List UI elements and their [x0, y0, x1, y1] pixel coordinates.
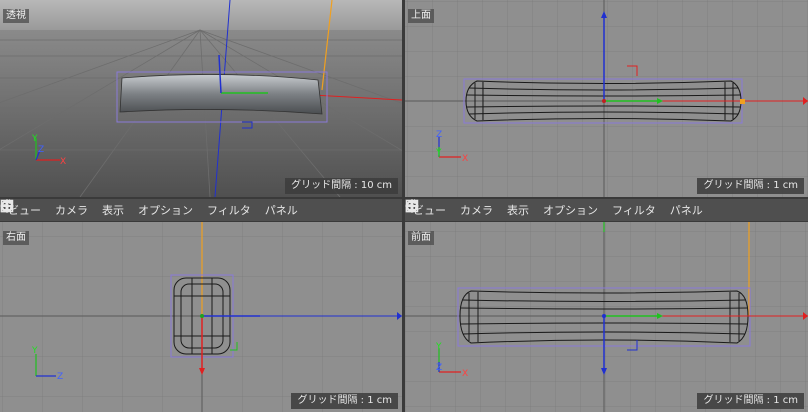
rotate-view-icon[interactable] — [406, 199, 786, 218]
svg-text:X: X — [60, 157, 66, 167]
viewport-label: 透視 — [3, 9, 29, 23]
rotate-view-icon[interactable] — [1, 199, 380, 218]
front-scene: Y Z X — [405, 222, 808, 412]
view-nav-icons — [405, 199, 808, 218]
menu-filter[interactable]: フィルタ — [200, 202, 258, 218]
grid-spacing-label: グリッド間隔 : 1 cm — [697, 178, 804, 194]
menu-panel[interactable]: パネル — [663, 202, 710, 218]
viewport-menubar-left: ビュー カメラ 表示 オプション フィルタ パネル — [0, 199, 402, 221]
svg-text:Y: Y — [435, 148, 442, 158]
viewport-label: 前面 — [408, 231, 434, 245]
viewport-top[interactable]: Z Y X 上面 グリッド間隔 : 1 cm — [405, 0, 808, 197]
svg-text:Z: Z — [38, 145, 44, 155]
top-scene: Z Y X — [405, 0, 808, 197]
menu-options[interactable]: オプション — [131, 202, 200, 218]
viewport-label: 右面 — [3, 231, 29, 245]
move-view-icon[interactable] — [405, 199, 750, 218]
svg-text:Y: Y — [435, 342, 442, 352]
maximize-view-icon[interactable] — [405, 199, 804, 218]
maximize-view-icon[interactable] — [0, 199, 398, 218]
menu-filter[interactable]: フィルタ — [605, 202, 663, 218]
grid-spacing-label: グリッド間隔 : 10 cm — [285, 178, 398, 194]
right-scene: Y Z — [0, 222, 402, 412]
svg-text:X: X — [462, 154, 468, 164]
zoom-view-icon[interactable] — [408, 199, 768, 218]
move-view-icon[interactable] — [0, 199, 344, 218]
menu-camera[interactable]: カメラ — [453, 202, 500, 218]
menu-display[interactable]: 表示 — [95, 202, 131, 218]
view-nav-icons — [0, 199, 402, 218]
svg-text:X: X — [462, 369, 468, 379]
menu-camera[interactable]: カメラ — [48, 202, 95, 218]
svg-text:Z: Z — [436, 130, 442, 140]
viewport-menubar-right: ビュー カメラ 表示 オプション フィルタ パネル — [405, 199, 808, 221]
svg-text:Y: Y — [31, 346, 38, 356]
zoom-view-icon[interactable] — [3, 199, 362, 218]
viewport-perspective[interactable]: Y Z X 透視 グリッド間隔 : 10 cm — [0, 0, 402, 197]
viewport-label: 上面 — [408, 9, 434, 23]
viewport-right[interactable]: Y Z 右面 グリッド間隔 : 1 cm — [0, 222, 402, 412]
menu-options[interactable]: オプション — [536, 202, 605, 218]
svg-text:Y: Y — [31, 134, 38, 144]
svg-text:Z: Z — [436, 363, 442, 373]
menu-panel[interactable]: パネル — [258, 202, 305, 218]
grid-spacing-label: グリッド間隔 : 1 cm — [291, 393, 398, 409]
menu-display[interactable]: 表示 — [500, 202, 536, 218]
perspective-scene: Y Z X — [0, 0, 402, 197]
svg-text:Z: Z — [57, 372, 63, 382]
viewport-front[interactable]: Y Z X 前面 グリッド間隔 : 1 cm — [405, 222, 808, 412]
camera-marker[interactable] — [740, 99, 745, 104]
grid-spacing-label: グリッド間隔 : 1 cm — [697, 393, 804, 409]
